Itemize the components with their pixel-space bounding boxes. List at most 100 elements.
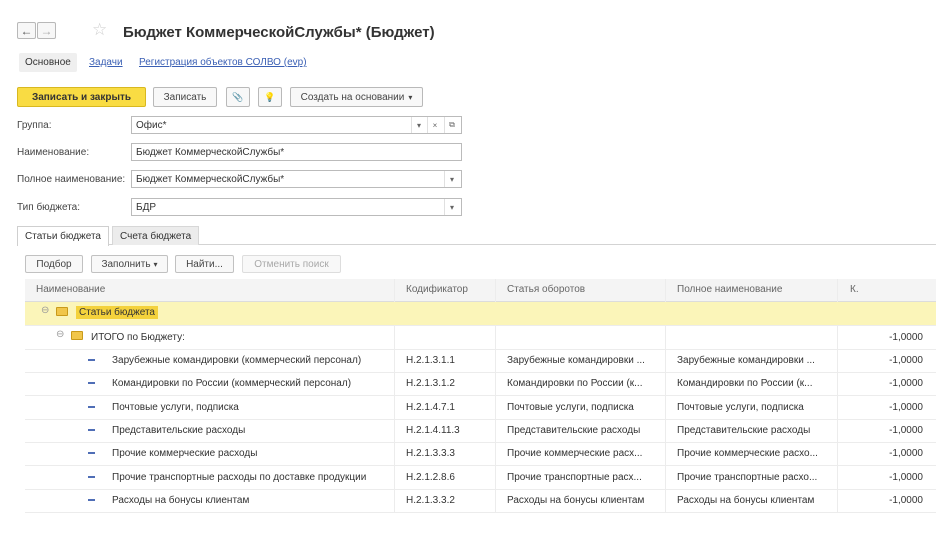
table-row[interactable]: Расходы на бонусы клиентам Н.2.1.3.3.2 Рас… (25, 489, 936, 513)
lightbulb-icon: 💡 (264, 91, 276, 102)
item-code: Н.2.1.3.3.2 (406, 494, 455, 506)
group-open-button[interactable]: ⧉ (444, 117, 459, 133)
item-article: Расходы на бонусы клиентам (507, 494, 645, 506)
forward-arrow-icon: → (40, 23, 53, 38)
table-row[interactable]: Почтовые услуги, подписка Н.2.1.4.7.1 Почт… (25, 396, 936, 420)
chevron-down-icon: ▾ (408, 92, 413, 102)
item-name: Зарубежные командировки (коммерческий пе… (112, 355, 362, 366)
item-code: Н.2.1.2.8.6 (406, 471, 455, 483)
group-clear-button[interactable]: × (427, 117, 442, 133)
item-full-name: Представительские расходы (677, 424, 811, 436)
cancel-search-button[interactable]: Отменить поиск (242, 255, 341, 273)
tab-budget-items[interactable]: Статьи бюджета (17, 226, 109, 246)
save-button[interactable]: Записать (153, 87, 217, 107)
chevron-down-icon: ▾ (449, 202, 454, 212)
table-row[interactable]: Командировки по России (коммерческий пер… (25, 372, 936, 397)
full-name-field[interactable]: Бюджет КоммерческойСлужбы* (131, 170, 462, 188)
item-article: Прочие транспортные расх... (507, 471, 642, 483)
select-button[interactable]: Подбор (25, 255, 83, 273)
table-row[interactable]: Прочие транспортные расходы по доставке … (25, 466, 936, 490)
chevron-down-icon: ▾ (449, 174, 454, 184)
table-row-group[interactable]: ⊖ ИТОГО по Бюджету: -1,0000 (25, 326, 936, 350)
item-marker-icon (88, 359, 95, 361)
name-label: Наименование: (17, 147, 90, 158)
item-name: Командировки по России (коммерческий пер… (112, 378, 352, 390)
tab-budget-accounts[interactable]: Счета бюджета (112, 226, 200, 245)
budget-items-table: Наименование Кодификатор Статья оборотов… (25, 279, 936, 513)
budget-type-label: Тип бюджета: (17, 202, 81, 213)
item-k: -1,0000 (889, 471, 923, 483)
item-name: Почтовые услуги, подписка (112, 401, 239, 413)
item-k: -1,0000 (889, 424, 923, 436)
paperclip-icon: 📎 (232, 91, 244, 102)
item-name: Прочие коммерческие расходы (112, 448, 258, 460)
item-code: Н.2.1.3.1.2 (406, 378, 455, 390)
item-marker-icon (88, 475, 95, 478)
item-code: Н.2.1.4.11.3 (406, 424, 460, 436)
nav-link-registration[interactable]: Регистрация объектов СОЛВО (evp) (139, 57, 307, 68)
group-label: Группа: (17, 120, 52, 131)
folder-icon (71, 331, 83, 340)
back-button[interactable]: ← (17, 22, 36, 39)
item-name: Расходы на бонусы клиентам (112, 494, 250, 506)
table-row[interactable]: Представительские расходы Н.2.1.4.11.3 Пре… (25, 419, 936, 443)
item-k: -1,0000 (889, 355, 923, 366)
item-marker-icon (88, 452, 95, 455)
table-row[interactable]: Прочие коммерческие расходы Н.2.1.3.3.3 Пр… (25, 442, 936, 467)
column-header-full-name[interactable]: Полное наименование (677, 284, 782, 295)
close-icon: × (432, 120, 438, 130)
item-name: Представительские расходы (112, 424, 246, 436)
create-based-on-button[interactable]: Создать на основании ▾ (290, 87, 423, 107)
item-full-name: Прочие коммерческие расхо... (677, 448, 818, 460)
item-article: Зарубежные командировки ... (507, 355, 645, 366)
idea-button[interactable]: 💡 (258, 87, 282, 107)
column-header-k[interactable]: К. (850, 284, 859, 295)
item-full-name: Зарубежные командировки ... (677, 355, 815, 366)
table-row-root[interactable]: ⊖ Статьи бюджета (25, 302, 936, 326)
item-code: Н.2.1.3.1.1 (406, 355, 455, 366)
full-name-dropdown-button[interactable]: ▾ (444, 171, 459, 187)
table-row[interactable]: Зарубежные командировки (коммерческий пе… (25, 349, 936, 373)
create-based-on-label: Создать на основании (300, 91, 405, 103)
name-field[interactable]: Бюджет КоммерческойСлужбы* (131, 143, 462, 161)
item-marker-icon (88, 405, 95, 408)
nav-link-tasks[interactable]: Задачи (89, 57, 123, 68)
open-window-icon: ⧉ (449, 120, 455, 129)
item-full-name: Почтовые услуги, подписка (677, 401, 804, 413)
item-k: -1,0000 (889, 494, 923, 506)
collapse-icon[interactable]: ⊖ (56, 329, 64, 340)
item-marker-icon (88, 498, 95, 501)
group-name: ИТОГО по Бюджету: (91, 332, 185, 343)
fill-button[interactable]: Заполнить ▾ (91, 255, 168, 273)
attach-button[interactable]: 📎 (226, 87, 250, 107)
folder-icon (56, 307, 68, 316)
find-button[interactable]: Найти... (175, 255, 234, 273)
forward-button[interactable]: → (37, 22, 56, 39)
column-header-code[interactable]: Кодификатор (406, 284, 468, 295)
chevron-down-icon: ▾ (153, 259, 158, 269)
save-close-button[interactable]: Записать и закрыть (17, 87, 146, 107)
root-name: Статьи бюджета (76, 306, 158, 319)
item-full-name: Расходы на бонусы клиентам (677, 494, 815, 506)
item-marker-icon (88, 428, 95, 431)
budget-type-field[interactable]: БДР (131, 198, 462, 216)
column-header-article[interactable]: Статья оборотов (507, 284, 585, 295)
table-header: Наименование Кодификатор Статья оборотов… (25, 279, 936, 302)
page-title: Бюджет КоммерческойСлужбы* (Бюджет) (123, 24, 435, 41)
budget-type-dropdown-button[interactable]: ▾ (444, 199, 459, 215)
item-full-name: Командировки по России (к... (677, 378, 813, 390)
item-article: Почтовые услуги, подписка (507, 401, 634, 413)
full-name-label: Полное наименование: (17, 174, 126, 185)
item-code: Н.2.1.4.7.1 (406, 401, 455, 413)
item-article: Командировки по России (к... (507, 378, 643, 390)
item-k: -1,0000 (889, 401, 923, 413)
full-name-value: Бюджет КоммерческойСлужбы* (136, 173, 285, 185)
item-k: -1,0000 (889, 448, 923, 460)
name-value: Бюджет КоммерческойСлужбы* (136, 146, 285, 158)
favorite-star-icon[interactable]: ☆ (92, 20, 107, 40)
group-dropdown-button[interactable]: ▾ (411, 117, 426, 133)
nav-tab-main[interactable]: Основное (19, 53, 77, 72)
item-k: -1,0000 (889, 378, 923, 390)
collapse-icon[interactable]: ⊖ (41, 305, 49, 316)
column-header-name[interactable]: Наименование (36, 284, 105, 295)
